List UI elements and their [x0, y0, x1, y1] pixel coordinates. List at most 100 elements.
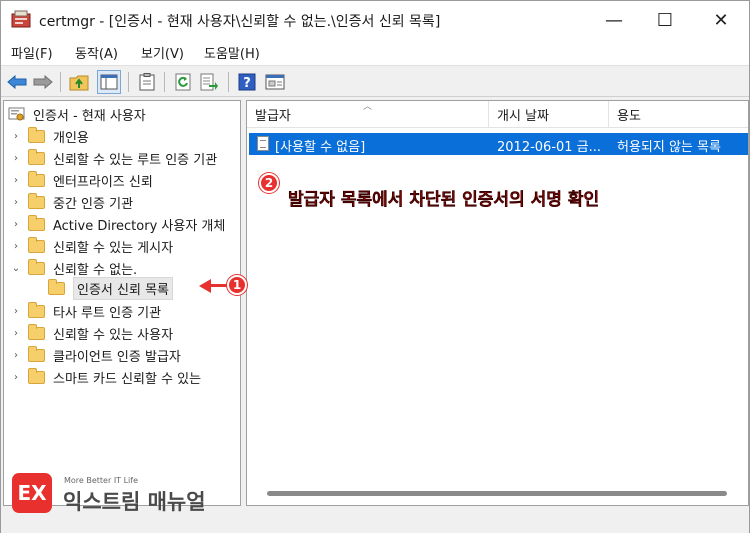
folder-icon: [28, 148, 45, 165]
tree-item-label: 신뢰할 수 있는 루트 인증 기관: [53, 152, 218, 168]
properties-icon: [265, 74, 285, 90]
back-button[interactable]: [5, 70, 29, 94]
column-header-purpose[interactable]: 용도: [609, 101, 748, 128]
annotation-text: 발급자 목록에서 차단된 인증서의 서명 확인: [288, 190, 600, 210]
chevron-right-icon[interactable]: ›: [10, 306, 22, 317]
toolbar: ?: [1, 65, 749, 97]
folder-icon: [28, 236, 45, 253]
tree-item-label: 클라이언트 인증 발급자: [53, 349, 181, 365]
chevron-right-icon[interactable]: ›: [10, 350, 22, 361]
show-hide-tree-icon: [100, 74, 118, 90]
console-tree: 인증서 - 현재 사용자 › 개인용 › 신뢰할 수 있는 루트 인증 기관 ›…: [3, 100, 241, 506]
tree-item-label: 타사 루트 인증 기관: [53, 305, 162, 321]
cell-issuer: [사용할 수 없음]: [275, 140, 366, 155]
tree-item-label: 인증서 신뢰 목록: [73, 276, 173, 300]
sort-caret-icon: ︿: [363, 102, 373, 112]
chevron-right-icon[interactable]: ›: [10, 131, 22, 142]
column-header-issuer[interactable]: ︿ 발급자: [247, 101, 489, 128]
watermark-name: 익스트림 매뉴얼: [63, 490, 206, 514]
cell-purpose: 허용되지 않는 목록: [617, 140, 721, 155]
step-badge-1: 1: [227, 275, 247, 295]
tree-item-label: 엔터프라이즈 신뢰: [53, 174, 153, 190]
column-header-start-date[interactable]: 개시 날짜: [489, 101, 609, 128]
menu-file[interactable]: 파일(F): [11, 43, 53, 62]
tree-item-active-directory-user-object[interactable]: › Active Directory 사용자 개체: [10, 213, 225, 235]
chevron-right-icon[interactable]: ›: [10, 219, 22, 230]
maximize-button[interactable]: ☐: [642, 1, 688, 39]
tree-root[interactable]: 인증서 - 현재 사용자: [8, 103, 146, 125]
chevron-right-icon[interactable]: ›: [10, 328, 22, 339]
tree-item-intermediate-ca[interactable]: › 중간 인증 기관: [10, 191, 133, 213]
menu-view[interactable]: 보기(V): [141, 43, 184, 62]
forward-arrow-icon: [33, 75, 53, 89]
copy-button[interactable]: [135, 70, 159, 94]
watermark-tagline: More Better IT Life: [64, 476, 139, 485]
annotation-arrow-line: [209, 284, 229, 287]
folder-icon: [28, 301, 45, 318]
clipboard-icon: [139, 73, 155, 91]
refresh-button[interactable]: [171, 70, 195, 94]
tree-item-trusted-people[interactable]: › 신뢰할 수 있는 사용자: [10, 322, 173, 344]
step-badge-2: 2: [259, 173, 279, 193]
list-header: ︿ 발급자 개시 날짜 용도: [247, 101, 748, 128]
table-row[interactable]: [사용할 수 없음] 2012-06-01 금... 허용되지 않는 목록: [249, 133, 748, 155]
tree-item-label: Active Directory 사용자 개체: [53, 218, 226, 234]
chevron-right-icon[interactable]: ›: [10, 175, 22, 186]
certificate-manager-icon: [11, 10, 31, 28]
folder-icon: [28, 323, 45, 340]
close-button[interactable]: ✕: [698, 1, 744, 39]
folder-icon: [28, 126, 45, 143]
export-list-button[interactable]: [197, 70, 221, 94]
tree-item-third-party-root-ca[interactable]: › 타사 루트 인증 기관: [10, 300, 161, 322]
watermark-logo: EX: [12, 473, 52, 513]
tree-item-label: 스마트 카드 신뢰할 수 있는: [53, 371, 202, 387]
tree-item-label: 개인용: [53, 130, 89, 146]
toolbar-separator: [128, 72, 129, 92]
forward-button[interactable]: [31, 70, 55, 94]
tree-item-smart-card-trusted-roots[interactable]: › 스마트 카드 신뢰할 수 있는: [10, 366, 201, 388]
chevron-right-icon[interactable]: ›: [10, 241, 22, 252]
chevron-down-icon[interactable]: ⌄: [10, 263, 22, 274]
tree-item-trusted-publishers[interactable]: › 신뢰할 수 있는 게시자: [10, 235, 173, 257]
tree-item-enterprise-trust[interactable]: › 엔터프라이즈 신뢰: [10, 169, 153, 191]
folder-icon: [28, 345, 45, 362]
tree-item-personal[interactable]: › 개인용: [10, 125, 89, 147]
back-arrow-icon: [7, 75, 27, 89]
up-folder-icon: [69, 75, 89, 91]
column-header-label: 개시 날짜: [497, 109, 549, 124]
tree-item-trusted-root-ca[interactable]: › 신뢰할 수 있는 루트 인증 기관: [10, 147, 217, 169]
folder-icon: [28, 192, 45, 209]
toolbar-separator: [164, 72, 165, 92]
horizontal-scrollbar[interactable]: [267, 491, 727, 496]
properties-button[interactable]: [263, 70, 287, 94]
tree-item-label: 신뢰할 수 있는 사용자: [53, 327, 174, 343]
show-hide-console-tree-button[interactable]: [97, 70, 121, 94]
up-level-button[interactable]: [67, 70, 91, 94]
menu-action[interactable]: 동작(A): [75, 43, 118, 62]
menu-help[interactable]: 도움말(H): [204, 43, 260, 62]
column-header-label: 용도: [617, 109, 641, 124]
window-title: certmgr - [인증서 - 현재 사용자\신뢰할 수 없는.\인증서 신뢰…: [39, 14, 441, 30]
title-bar: certmgr - [인증서 - 현재 사용자\신뢰할 수 없는.\인증서 신뢰…: [1, 1, 749, 39]
cell-start-date: 2012-06-01 금...: [497, 140, 602, 155]
folder-icon: [28, 367, 45, 384]
export-list-icon: [200, 73, 218, 91]
certificate-store-icon: [8, 107, 25, 121]
chevron-right-icon[interactable]: ›: [10, 153, 22, 164]
help-button[interactable]: ?: [235, 70, 259, 94]
minimize-button[interactable]: —: [591, 1, 637, 39]
tree-item-client-auth-issuers[interactable]: › 클라이언트 인증 발급자: [10, 344, 181, 366]
help-icon: ?: [238, 73, 256, 91]
toolbar-separator: [60, 72, 61, 92]
menu-bar: 파일(F) 동작(A) 보기(V) 도움말(H): [1, 39, 749, 65]
refresh-icon: [175, 73, 191, 91]
tree-root-label: 인증서 - 현재 사용자: [33, 108, 146, 124]
tree-item-label: 신뢰할 수 있는 게시자: [53, 240, 174, 256]
tree-item-certificate-trust-list[interactable]: 인증서 신뢰 목록: [48, 276, 173, 300]
chevron-right-icon[interactable]: ›: [10, 372, 22, 383]
column-header-label: 발급자: [255, 109, 291, 124]
chevron-right-icon[interactable]: ›: [10, 197, 22, 208]
folder-icon: [28, 258, 45, 275]
folder-icon: [28, 170, 45, 187]
folder-icon: [48, 278, 65, 295]
